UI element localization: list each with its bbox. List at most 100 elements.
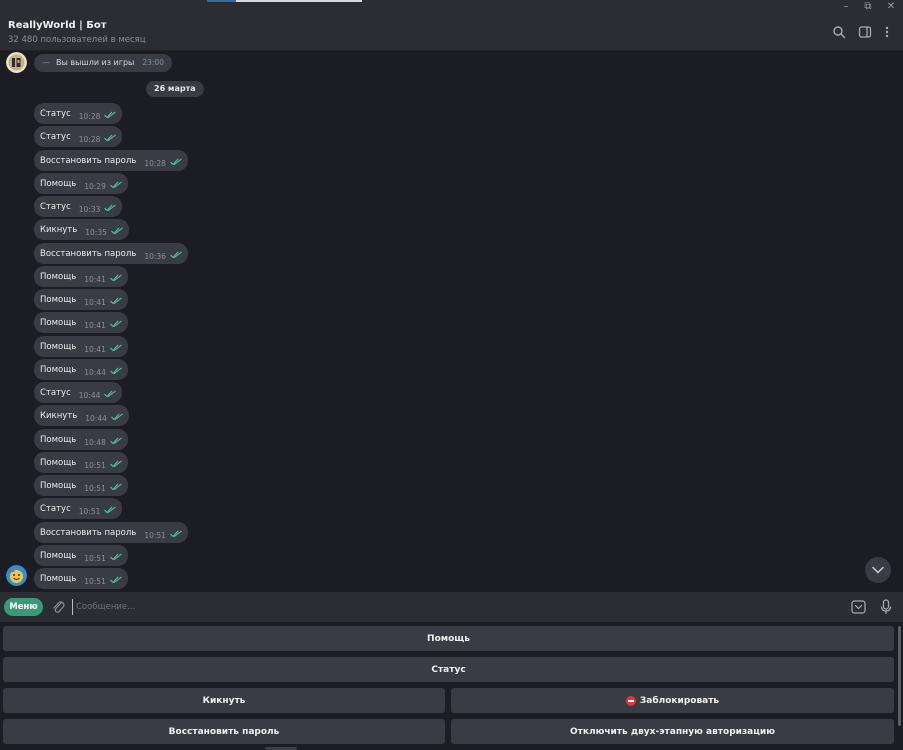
close-button[interactable]: ✕: [884, 1, 898, 13]
message-time: 10:44: [84, 367, 106, 377]
message-time: 10:36: [144, 251, 166, 261]
double-check-icon: [110, 320, 122, 328]
message-bubble[interactable]: Помощь 10:51: [34, 545, 128, 566]
message-time: 10:41: [84, 297, 106, 307]
message-time: 10:28: [78, 111, 101, 121]
message-bubble[interactable]: Восстановить пароль 10:28: [34, 150, 188, 171]
message-bubble[interactable]: Статус 10:28: [34, 103, 123, 124]
message-bubble[interactable]: Помощь 10:41: [34, 312, 128, 333]
message-time: 10:51: [84, 576, 106, 586]
more-vertical-icon[interactable]: [880, 25, 894, 39]
double-check-icon: [104, 111, 117, 119]
message-text: Статус: [40, 108, 71, 119]
message-text: Кикнуть: [40, 224, 78, 235]
keyboard-button-help[interactable]: Помощь: [3, 626, 894, 651]
message-bubble[interactable]: Помощь 10:51: [34, 568, 128, 589]
keyboard-button-kick-label: Кикнуть: [202, 695, 246, 706]
chat-title: ReallyWorld | Бот: [8, 20, 107, 31]
keyboard-button-disable-2fa[interactable]: Отключить двух-этапную авторизацию: [451, 719, 894, 744]
chevron-down-icon: [872, 566, 884, 574]
user-avatar[interactable]: [6, 565, 27, 586]
keyboard-button-restore-password[interactable]: Восстановить пароль: [3, 719, 445, 744]
message-text: Статус: [40, 131, 71, 142]
double-check-icon: [111, 413, 123, 421]
keyboard-button-kick[interactable]: Кикнуть: [3, 688, 445, 713]
message-time: 10:48: [84, 437, 106, 447]
message-composer: Меню: [0, 592, 903, 622]
message-bubble[interactable]: Помощь 10:48: [34, 429, 128, 450]
message-bubble[interactable]: Помощь 10:41: [34, 289, 128, 310]
message-text: Восстановить пароль: [40, 248, 137, 259]
message-bubble[interactable]: Помощь 10:41: [34, 336, 128, 357]
double-check-icon: [110, 367, 122, 375]
message-time: 10:41: [84, 274, 106, 284]
message-text: Кикнуть: [40, 410, 78, 421]
message-bubble[interactable]: Восстановить пароль 10:51: [34, 522, 188, 543]
keyboard-button-block-label: Заблокировать: [639, 695, 720, 706]
message-text: Статус: [40, 201, 71, 212]
message-input[interactable]: [72, 599, 632, 615]
double-check-icon: [110, 181, 122, 189]
bot-keyboard: Помощь Статус Кикнуть Заблокировать Восс…: [0, 622, 903, 750]
message-bubble[interactable]: Помощь 10:51: [34, 452, 128, 473]
message-text: Восстановить пароль: [40, 155, 137, 166]
double-check-icon: [104, 204, 117, 212]
sidebar-toggle-icon[interactable]: [858, 25, 872, 39]
sticker-icon[interactable]: [851, 600, 866, 614]
taskbar-highlight-light: [236, 0, 362, 2]
message-time: 10:51: [84, 553, 106, 563]
scroll-down-button[interactable]: [865, 557, 891, 583]
service-dash: —: [42, 58, 50, 67]
taskbar-highlight: [207, 0, 236, 2]
message-bubble[interactable]: Помощь 10:44: [34, 359, 128, 380]
minimize-button[interactable]: –: [839, 1, 853, 13]
message-time: 10:28: [78, 134, 101, 144]
message-text: Помощь: [40, 550, 77, 561]
double-check-icon: [170, 530, 182, 538]
keyboard-button-status-label: Статус: [431, 664, 466, 675]
message-bubble[interactable]: Статус 10:33: [34, 196, 123, 217]
chat-header[interactable]: ReallyWorld | Бот 32 480 пользователей в…: [0, 15, 903, 51]
bot-avatar[interactable]: [6, 52, 27, 73]
message-text: Помощь: [40, 341, 77, 352]
menu-button[interactable]: Меню: [4, 598, 43, 616]
message-bubble[interactable]: Статус 10:28: [34, 126, 123, 147]
chat-subtitle: 32 480 пользователей в месяц: [8, 35, 146, 45]
message-bubble[interactable]: Статус 10:44: [34, 382, 123, 403]
message-time: 10:51: [78, 506, 101, 516]
message-bubble[interactable]: Помощь 10:51: [34, 475, 128, 496]
keyboard-button-disable-2fa-label: Отключить двух-этапную авторизацию: [570, 726, 775, 737]
double-check-icon: [110, 460, 122, 468]
paperclip-icon[interactable]: [51, 599, 65, 615]
message-text: Помощь: [40, 457, 77, 468]
double-check-icon: [104, 506, 117, 514]
double-check-icon: [104, 390, 117, 398]
message-bubble[interactable]: Помощь 10:41: [34, 266, 128, 287]
keyboard-button-block[interactable]: Заблокировать: [451, 688, 894, 713]
search-icon[interactable]: [832, 25, 846, 39]
double-check-icon: [110, 344, 122, 352]
restore-button[interactable]: ⧉: [861, 1, 875, 13]
keyboard-button-status[interactable]: Статус: [3, 657, 894, 682]
message-text: Помощь: [40, 178, 77, 189]
message-bubble[interactable]: Кикнуть 10:44: [34, 405, 129, 426]
double-check-icon: [110, 483, 122, 491]
message-bubble[interactable]: Помощь 10:29: [34, 173, 128, 194]
double-check-icon: [110, 576, 122, 584]
date-separator: 26 марта: [146, 81, 204, 97]
message-text: Помощь: [40, 434, 77, 445]
message-text: Статус: [40, 387, 71, 398]
service-message-time: 23:00: [142, 58, 164, 67]
chat-history[interactable]: — Вы вышли из игры 23:00 26 марта Статус 10…: [0, 51, 903, 592]
message-bubble[interactable]: Кикнуть 10:35: [34, 219, 129, 240]
message-text: Помощь: [40, 317, 77, 328]
message-bubble[interactable]: Восстановить пароль 10:36: [34, 243, 188, 264]
microphone-icon[interactable]: [880, 599, 892, 615]
message-time: 10:51: [84, 460, 106, 470]
service-message: — Вы вышли из игры 23:00: [34, 54, 172, 72]
message-time: 10:41: [84, 344, 106, 354]
message-time: 10:35: [85, 227, 107, 237]
message-time: 10:28: [144, 158, 166, 168]
keyboard-scrollbar[interactable]: [898, 626, 901, 726]
message-bubble[interactable]: Статус 10:51: [34, 498, 123, 519]
